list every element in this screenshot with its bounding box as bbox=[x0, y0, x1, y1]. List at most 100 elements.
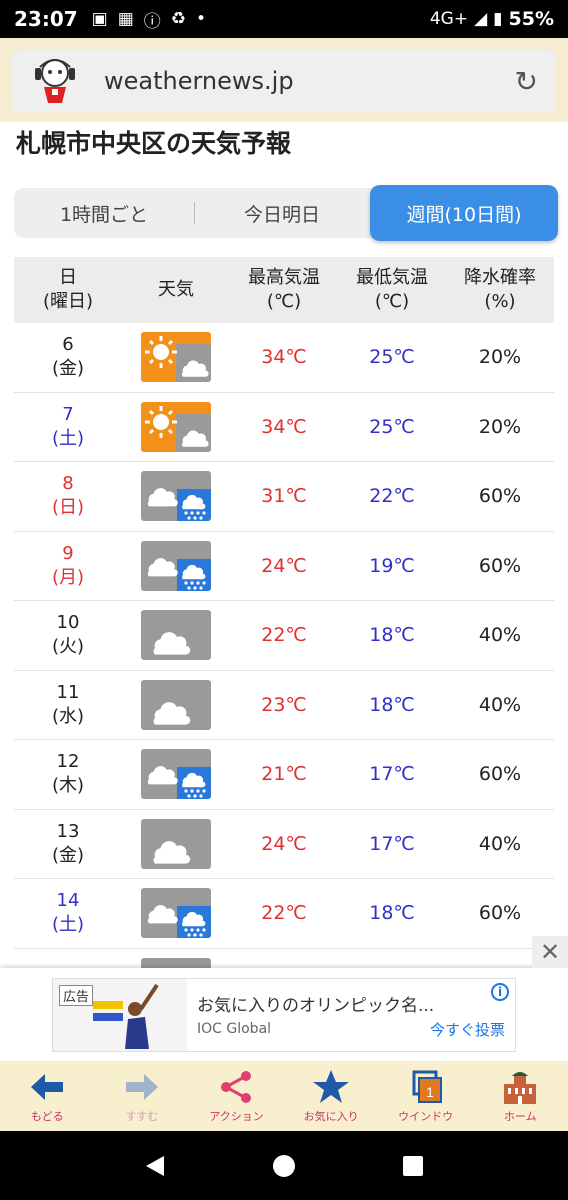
tab-weekly[interactable]: 週間(10日間) bbox=[370, 185, 558, 241]
url-text: weathernews.jp bbox=[104, 67, 294, 95]
favorites-button[interactable]: お気に入り bbox=[284, 1061, 379, 1131]
date-number: 13 bbox=[56, 820, 80, 842]
back-label: もどる bbox=[30, 1110, 64, 1123]
row-weather bbox=[122, 810, 230, 879]
ad-box[interactable]: 広告 お気に入りのオリンピック名... IOC Global 今すぐ投票 i bbox=[52, 978, 516, 1052]
high-temp: 21℃ bbox=[261, 763, 307, 786]
header-high: 最高気温 (℃) bbox=[230, 257, 338, 323]
system-recents-icon[interactable] bbox=[400, 1153, 426, 1179]
precip-chance: 20% bbox=[478, 415, 522, 438]
ad-image[interactable]: 広告 bbox=[53, 979, 187, 1051]
precip-chance: 20% bbox=[478, 346, 522, 369]
high-temp: 24℃ bbox=[261, 554, 307, 577]
ad-banner[interactable]: ✕ 広告 お気に入りのオリンピック名... IOC Global 今すぐ投票 i bbox=[0, 936, 568, 1061]
gallery-notification-icon: ▣ bbox=[91, 9, 108, 29]
date-number: 12 bbox=[56, 751, 80, 773]
ad-source: IOC Global bbox=[197, 1021, 272, 1037]
status-bar: 23:07 ▣ ▦ ⓘ ♻ • 4G+ ◢ ▮ 55% bbox=[0, 0, 568, 38]
cloud-rain-icon bbox=[141, 749, 211, 800]
day-of-week: (日) bbox=[51, 497, 85, 519]
high-temp: 34℃ bbox=[261, 346, 307, 369]
ad-cta[interactable]: 今すぐ投票 bbox=[430, 1019, 505, 1040]
back-button[interactable]: もどる bbox=[0, 1061, 95, 1131]
action-label: アクション bbox=[209, 1110, 264, 1123]
recycle-notification-icon: ♻ bbox=[170, 9, 187, 29]
high-temp: 31℃ bbox=[261, 485, 307, 508]
info-notification-icon: ⓘ bbox=[143, 11, 161, 32]
date-number: 11 bbox=[56, 681, 80, 703]
cloud-icon bbox=[141, 610, 211, 661]
date-number: 8 bbox=[62, 473, 74, 495]
header-dow-label: (曜日) bbox=[42, 291, 94, 312]
table-row: 9 (月) 24℃ 19℃ 60% bbox=[14, 532, 554, 601]
battery-icon: ▮ bbox=[493, 9, 503, 29]
tab-hourly[interactable]: 1時間ごと bbox=[14, 188, 194, 238]
header-weather-label: 天気 bbox=[158, 279, 194, 300]
header-low-unit: (℃) bbox=[374, 291, 410, 312]
low-temp: 25℃ bbox=[369, 346, 415, 369]
low-temp: 18℃ bbox=[369, 693, 415, 716]
url-bar[interactable]: weathernews.jp ↻ bbox=[12, 50, 556, 112]
signal-icon: ◢ bbox=[474, 9, 488, 29]
system-home-icon[interactable] bbox=[271, 1153, 297, 1179]
header-low: 最低気温 (℃) bbox=[338, 257, 446, 323]
header-weather: 天気 bbox=[122, 257, 230, 323]
low-temp: 17℃ bbox=[369, 763, 415, 786]
system-back-icon[interactable] bbox=[142, 1153, 168, 1179]
row-date: 6 (金) bbox=[14, 323, 122, 392]
system-nav-bar bbox=[0, 1131, 568, 1200]
cloud-rain-icon bbox=[141, 888, 211, 939]
forward-label: すすむ bbox=[125, 1110, 159, 1123]
precip-chance: 60% bbox=[478, 554, 522, 577]
table-row: 8 (日) 31℃ 22℃ 60% bbox=[14, 462, 554, 532]
page-title: 札幌市中央区の天気予報 bbox=[16, 129, 292, 158]
date-number: 7 bbox=[62, 403, 74, 425]
day-of-week: (金) bbox=[51, 844, 85, 866]
ad-title[interactable]: お気に入りのオリンピック名... bbox=[197, 991, 434, 1016]
row-weather bbox=[122, 740, 230, 809]
sun-cloud-icon bbox=[141, 332, 211, 383]
browser-header: weathernews.jp ↻ bbox=[0, 38, 568, 122]
row-date: 13 (金) bbox=[14, 810, 122, 879]
cloud-icon bbox=[141, 679, 211, 730]
row-date: 9 (月) bbox=[14, 532, 122, 601]
home-button[interactable]: ホーム bbox=[473, 1061, 568, 1131]
high-temp: 22℃ bbox=[261, 902, 307, 925]
precip-chance: 40% bbox=[478, 624, 522, 647]
action-button[interactable]: アクション bbox=[189, 1061, 284, 1131]
precip-chance: 40% bbox=[478, 693, 522, 716]
favorites-label: お気に入り bbox=[303, 1110, 359, 1123]
row-weather bbox=[122, 393, 230, 462]
header-high-unit: (℃) bbox=[266, 291, 302, 312]
low-temp: 19℃ bbox=[369, 554, 415, 577]
forward-button[interactable]: すすむ bbox=[95, 1061, 190, 1131]
home-label: ホーム bbox=[503, 1110, 537, 1123]
share-icon bbox=[221, 1071, 252, 1103]
row-date: 7 (土) bbox=[14, 393, 122, 462]
low-temp: 18℃ bbox=[369, 902, 415, 925]
day-of-week: (月) bbox=[51, 566, 85, 588]
day-of-week: (金) bbox=[51, 358, 85, 380]
network-indicator: 4G+ bbox=[429, 9, 469, 29]
header-precip: 降水確率 (%) bbox=[446, 257, 554, 323]
battery-level: 55% bbox=[508, 8, 554, 30]
row-date: 11 (水) bbox=[14, 671, 122, 740]
cloud-icon bbox=[141, 818, 211, 869]
header-date: 日 (曜日) bbox=[14, 257, 122, 323]
low-temp: 22℃ bbox=[369, 485, 415, 508]
window-button[interactable]: 1 ウインドウ bbox=[378, 1061, 473, 1131]
info-icon[interactable]: i bbox=[491, 983, 509, 1001]
row-date: 12 (木) bbox=[14, 740, 122, 809]
mascot-icon bbox=[35, 59, 75, 103]
high-temp: 23℃ bbox=[261, 693, 307, 716]
header-date-label: 日 bbox=[59, 267, 77, 288]
row-date: 8 (日) bbox=[14, 462, 122, 531]
close-icon[interactable]: ✕ bbox=[532, 936, 568, 968]
date-number: 6 bbox=[62, 334, 74, 356]
day-of-week: (土) bbox=[51, 427, 85, 449]
tab-today-tomorrow[interactable]: 今日明日 bbox=[194, 188, 370, 238]
day-of-week: (土) bbox=[51, 914, 85, 936]
day-of-week: (火) bbox=[51, 636, 85, 658]
reload-icon[interactable]: ↻ bbox=[515, 65, 538, 98]
table-row: 13 (金) 24℃ 17℃ 40% bbox=[14, 810, 554, 879]
